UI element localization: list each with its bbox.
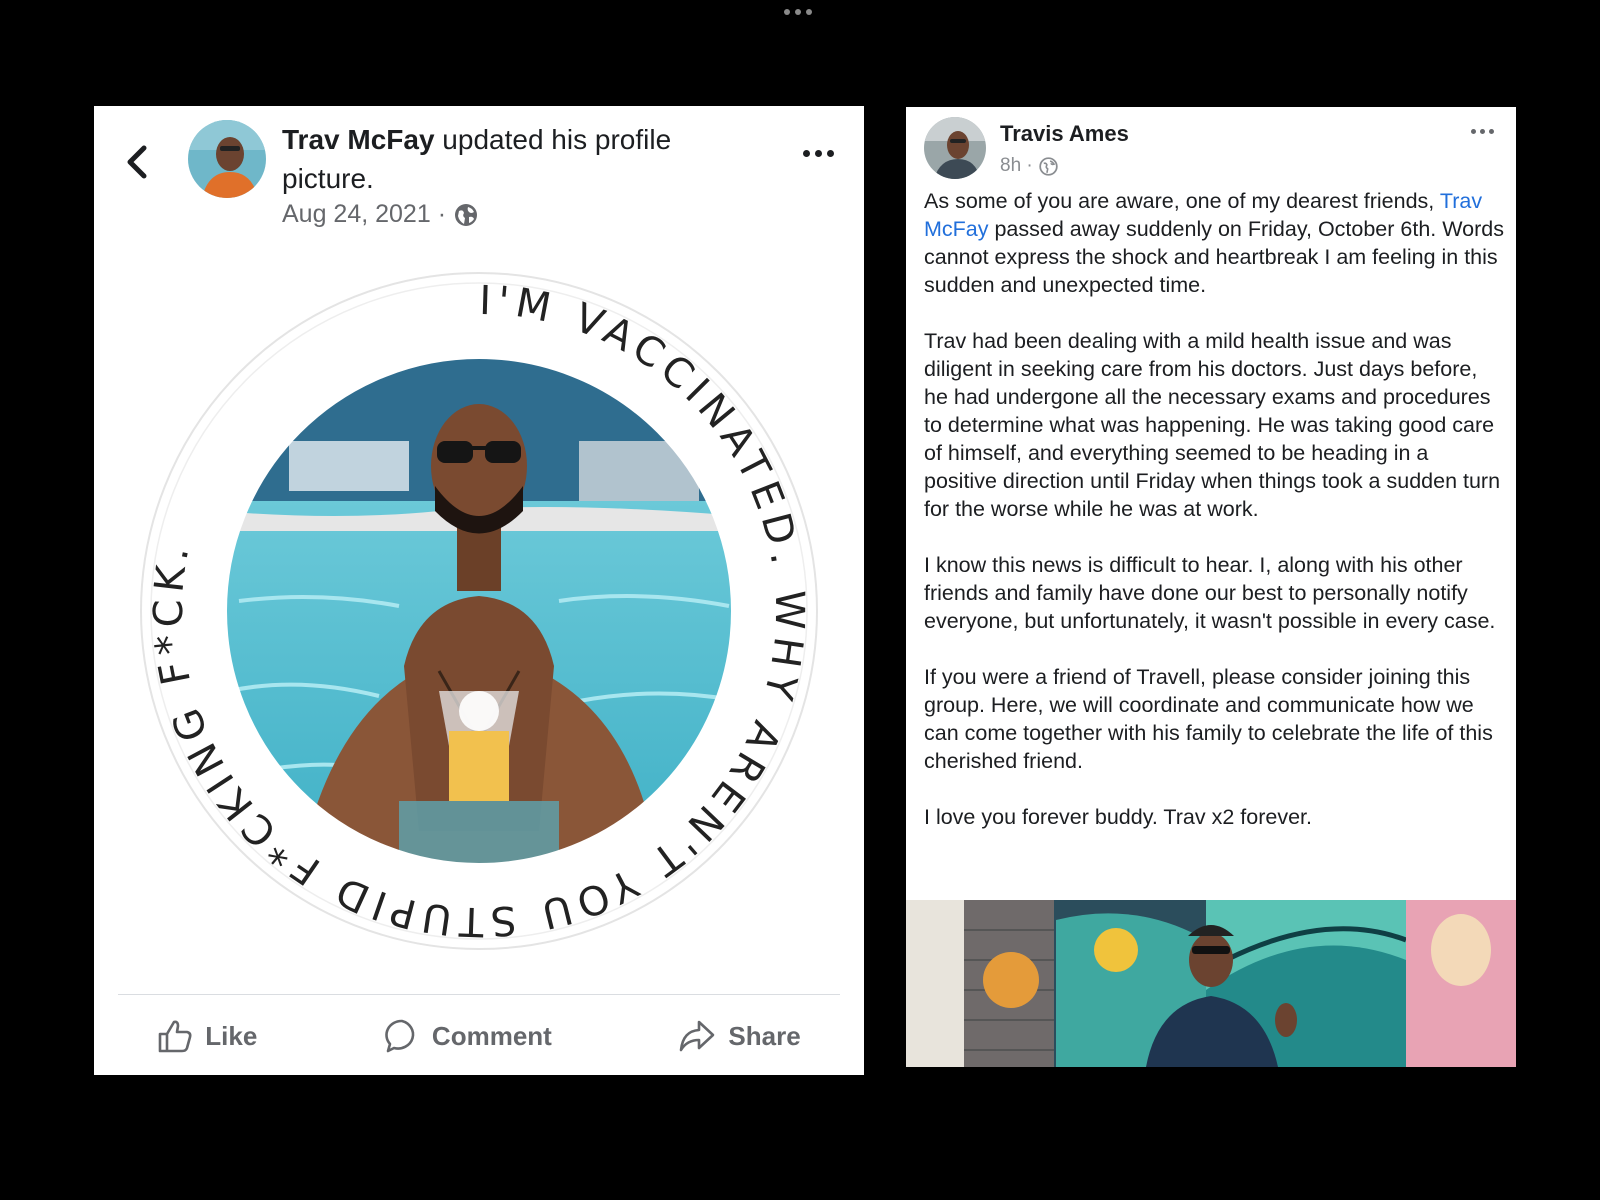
more-options-icon[interactable] <box>803 150 834 157</box>
profile-picture-post: Trav McFay updated his profile picture. … <box>94 106 864 1075</box>
post-time[interactable]: 8h · <box>1000 155 1033 177</box>
share-button[interactable]: Share <box>678 1018 801 1054</box>
post-meta: Aug 24, 2021 · <box>282 200 478 229</box>
divider <box>118 994 840 995</box>
post-meta: 8h · <box>1000 155 1058 177</box>
avatar[interactable] <box>924 117 986 179</box>
post-photo[interactable] <box>906 900 1516 1067</box>
author-name[interactable]: Travis Ames <box>1000 121 1129 147</box>
like-button[interactable]: Like <box>157 1018 257 1054</box>
back-chevron-icon[interactable] <box>124 142 152 182</box>
comment-label: Comment <box>431 1020 552 1051</box>
share-arrow-icon <box>680 1020 715 1052</box>
comment-button[interactable]: Comment <box>384 1018 552 1054</box>
author-name[interactable]: Trav McFay <box>282 124 435 155</box>
share-label: Share <box>728 1020 801 1051</box>
post-actions: Like Comment Share <box>94 1006 864 1066</box>
post-paragraph: If you were a friend of Travell, please … <box>924 665 1493 773</box>
globe-icon <box>1039 156 1058 176</box>
like-label: Like <box>205 1020 258 1051</box>
like-thumb-icon <box>158 1020 192 1053</box>
comment-bubble-icon <box>385 1019 415 1053</box>
globe-icon <box>455 203 478 226</box>
post-body: As some of you are aware, one of my dear… <box>924 187 1504 859</box>
avatar[interactable] <box>188 120 266 198</box>
window-dots[interactable] <box>784 9 812 15</box>
profile-picture[interactable]: I'M VACCINATED. WHY AREN'T YOU STUPID F*… <box>139 271 819 951</box>
post-paragraph: I love you forever buddy. Trav x2 foreve… <box>924 805 1312 829</box>
post-date[interactable]: Aug 24, 2021 · <box>282 200 446 229</box>
post-header: Trav McFay updated his profile picture. <box>282 120 742 198</box>
memorial-post: Travis Ames 8h · As some of you are awar… <box>906 107 1516 1067</box>
post-paragraph: I know this news is difficult to hear. I… <box>924 553 1496 633</box>
post-paragraph: As some of you are aware, one of my dear… <box>924 189 1504 297</box>
post-paragraph: Trav had been dealing with a mild health… <box>924 329 1501 521</box>
more-options-icon[interactable] <box>1471 129 1494 134</box>
